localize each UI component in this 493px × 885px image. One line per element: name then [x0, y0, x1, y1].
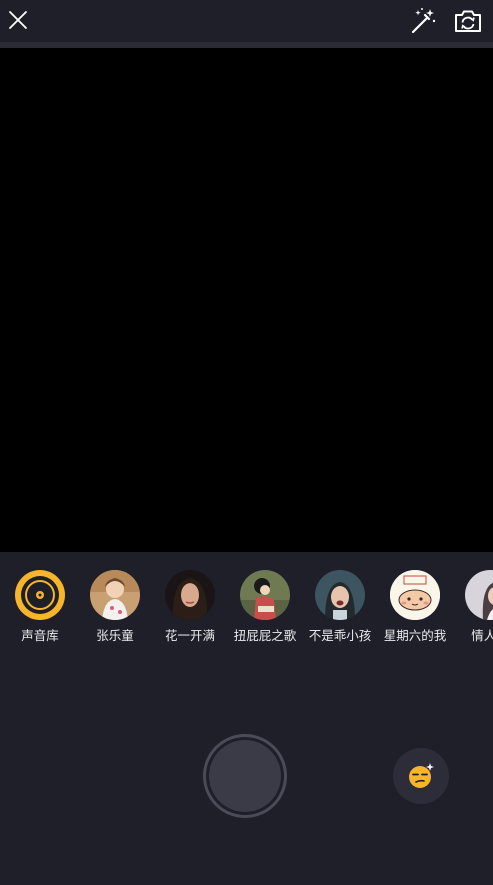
camera-flip-icon	[455, 10, 481, 32]
magic-wand-icon	[411, 8, 436, 34]
music-avatar	[315, 570, 365, 620]
music-avatar	[240, 570, 290, 620]
music-item-bushiguaixiaohai[interactable]: 不是乖小孩	[302, 570, 378, 644]
camera-preview[interactable]	[0, 48, 493, 552]
music-item-zhangletong[interactable]: 张乐童	[77, 570, 153, 644]
music-avatar	[90, 570, 140, 620]
beauty-filter-button[interactable]	[406, 4, 440, 38]
music-item-library[interactable]: 声音库	[2, 570, 78, 644]
music-item-label: 不是乖小孩	[308, 628, 372, 643]
music-avatar	[465, 570, 493, 620]
top-toolbar	[0, 0, 493, 42]
music-item-xingqiliu[interactable]: 星期六的我	[377, 570, 453, 644]
music-item-label: 情人节	[471, 628, 493, 643]
record-button-inner	[209, 740, 281, 812]
sticker-button[interactable]	[393, 748, 449, 804]
music-item-label: 花一开满	[164, 628, 215, 643]
music-picker: 声音库 张乐童 花一开满 扭屁屁之歌 不是乖小孩 星期六的我 情人	[0, 552, 493, 662]
flip-camera-button[interactable]	[450, 4, 486, 38]
camera-screen: 声音库 张乐童 花一开满 扭屁屁之歌 不是乖小孩 星期六的我 情人	[0, 0, 493, 885]
music-item-qingrenjie[interactable]: 情人节	[452, 570, 493, 644]
close-button[interactable]	[4, 6, 32, 34]
record-button[interactable]	[203, 734, 287, 818]
music-item-niupipi[interactable]: 扭屁屁之歌	[227, 570, 303, 644]
music-item-label: 张乐童	[96, 628, 134, 643]
sticker-emoji-icon	[409, 763, 434, 788]
music-item-huayikaiman[interactable]: 花一开满	[152, 570, 228, 644]
music-avatar	[165, 570, 215, 620]
music-item-label: 扭屁屁之歌	[233, 628, 297, 643]
close-icon	[9, 11, 27, 29]
music-avatar	[390, 570, 440, 620]
music-library-icon	[15, 570, 65, 620]
music-item-label: 星期六的我	[383, 628, 447, 643]
music-item-label: 声音库	[21, 628, 59, 643]
